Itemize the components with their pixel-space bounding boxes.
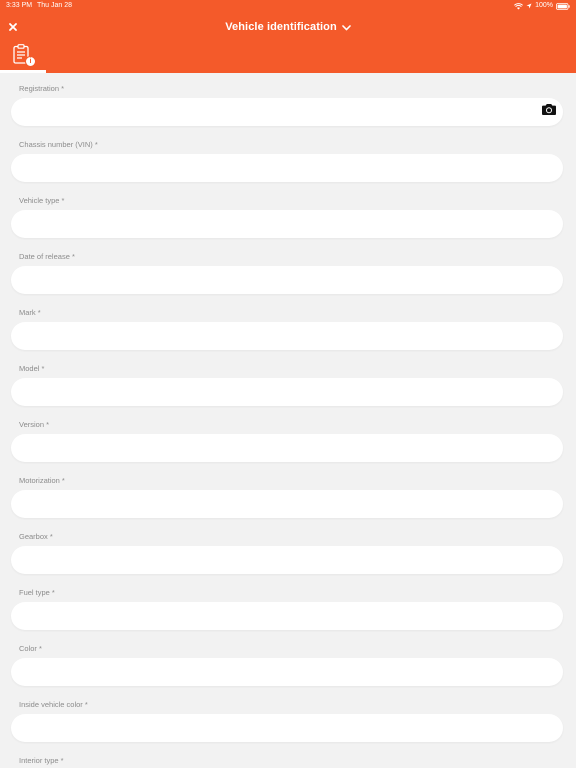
registration-input[interactable] <box>11 98 563 126</box>
field-version: Version * <box>0 409 576 465</box>
status-bar: 3:33 PM Thu Jan 28 100% <box>0 0 576 12</box>
vehicle-form: Registration * Chassis number (VIN) * Ve… <box>0 73 576 768</box>
location-icon <box>526 3 532 9</box>
field-label: Version * <box>19 420 50 429</box>
field-model: Model * <box>0 353 576 409</box>
field-motorization: Motorization * <box>0 465 576 521</box>
field-label: Chassis number (VIN) * <box>19 140 98 149</box>
status-indicators: 100% <box>514 0 570 12</box>
camera-button[interactable] <box>540 104 558 120</box>
field-label: Gearbox * <box>19 532 53 541</box>
motorization-input[interactable] <box>11 490 563 518</box>
chevron-down-icon[interactable] <box>342 18 351 36</box>
field-label: Fuel type * <box>19 588 55 597</box>
wifi-icon <box>514 2 524 10</box>
field-interior-type: Interior type * <box>0 745 576 768</box>
field-label: Motorization * <box>19 476 65 485</box>
field-label: Color * <box>19 644 42 653</box>
field-label: Registration * <box>19 84 65 93</box>
field-label: Interior type * <box>19 756 64 765</box>
page-title[interactable]: Vehicle identification <box>225 21 337 33</box>
battery-percentage: 100% <box>535 2 553 9</box>
field-label: Vehicle type * <box>19 196 65 205</box>
status-date: Thu Jan 28 <box>37 2 73 9</box>
field-label: Inside vehicle color * <box>19 700 88 709</box>
field-chassis-number: Chassis number (VIN) * <box>0 129 576 185</box>
field-date-of-release: Date of release * <box>0 241 576 297</box>
camera-icon <box>541 103 557 121</box>
app-header: 3:33 PM Thu Jan 28 100% Vehicle identifi… <box>0 0 576 73</box>
field-registration: Registration * <box>0 73 576 129</box>
vehicle-type-input[interactable] <box>11 210 563 238</box>
gearbox-input[interactable] <box>11 546 563 574</box>
field-label: Date of release * <box>19 252 75 261</box>
close-button[interactable] <box>5 19 21 35</box>
close-icon <box>9 18 17 36</box>
field-fuel-type: Fuel type * <box>0 577 576 633</box>
model-input[interactable] <box>11 378 563 406</box>
info-badge: i <box>25 56 36 67</box>
version-input[interactable] <box>11 434 563 462</box>
date-of-release-input[interactable] <box>11 266 563 294</box>
field-label: Mark * <box>19 308 41 317</box>
tab-vehicle-identification[interactable]: i <box>0 40 46 73</box>
fuel-type-input[interactable] <box>11 602 563 630</box>
field-mark: Mark * <box>0 297 576 353</box>
inside-vehicle-color-input[interactable] <box>11 714 563 742</box>
chassis-number-input[interactable] <box>11 154 563 182</box>
field-color: Color * <box>0 633 576 689</box>
mark-input[interactable] <box>11 322 563 350</box>
status-time: 3:33 PM <box>6 2 33 9</box>
battery-icon <box>556 2 570 10</box>
field-gearbox: Gearbox * <box>0 521 576 577</box>
color-input[interactable] <box>11 658 563 686</box>
title-dropdown: Vehicle identification <box>0 18 576 36</box>
field-inside-vehicle-color: Inside vehicle color * <box>0 689 576 745</box>
field-vehicle-type: Vehicle type * <box>0 185 576 241</box>
field-label: Model * <box>19 364 45 373</box>
